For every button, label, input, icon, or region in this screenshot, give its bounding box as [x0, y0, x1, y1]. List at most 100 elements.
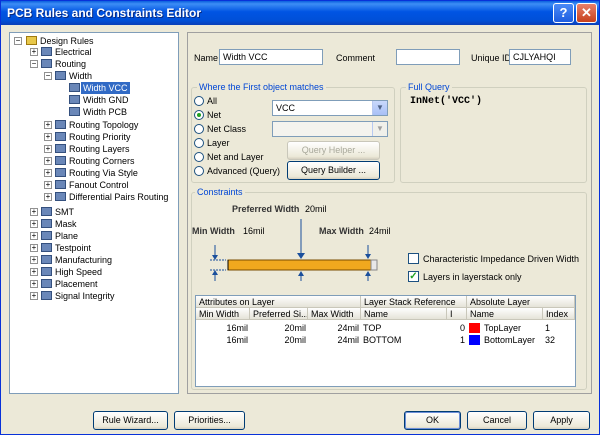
expand-plane-icon[interactable]: + — [30, 232, 38, 240]
apply-button[interactable]: Apply — [533, 411, 590, 430]
full-query-text[interactable]: InNet('VCC') — [410, 96, 482, 107]
cell-layer-name[interactable]: BOTTOM — [361, 334, 447, 346]
close-icon: ✕ — [581, 5, 592, 20]
rule-category-icon — [41, 47, 52, 56]
query-helper-button[interactable]: Query Helper ... — [287, 141, 380, 160]
close-button[interactable]: ✕ — [576, 3, 597, 23]
net-class-select[interactable]: ▼ — [272, 121, 388, 137]
tree-item-label: Plane — [55, 231, 79, 241]
preferred-width-value[interactable]: 20mil — [305, 204, 327, 214]
constraints-title: Constraints — [195, 187, 245, 197]
bottom-layer-color-swatch — [469, 335, 480, 345]
radio-net-and-layer[interactable] — [194, 152, 204, 162]
tree-item-label: Differential Pairs Routing — [69, 192, 169, 202]
grid-column-header[interactable]: Preferred Si... — [250, 308, 308, 320]
cell-min-width[interactable]: 16mil — [196, 322, 250, 334]
rules-tree[interactable]: − Design Rules + Electrical − Routing − … — [9, 32, 179, 394]
match-group-title: Where the First object matches — [197, 82, 326, 92]
comment-label: Comment — [336, 53, 376, 63]
expand-routing-corners-icon[interactable]: + — [44, 157, 52, 165]
folder-icon — [26, 36, 37, 45]
title-bar[interactable]: PCB Rules and Constraints Editor ? ✕ — [1, 1, 599, 25]
tree-item-label: Width VCC — [81, 82, 130, 94]
collapse-root-icon[interactable]: − — [14, 37, 22, 45]
expand-differential-pairs-icon[interactable]: + — [44, 193, 52, 201]
expand-routing-priority-icon[interactable]: + — [44, 133, 52, 141]
chevron-down-icon[interactable]: ▼ — [372, 122, 387, 136]
grid-column-header[interactable]: Min Width — [196, 308, 250, 320]
rule-icon — [55, 132, 66, 141]
expand-fanout-control-icon[interactable]: + — [44, 181, 52, 189]
help-button[interactable]: ? — [553, 3, 574, 23]
grid-column-header[interactable]: Index — [543, 308, 575, 320]
tree-item-label: Placement — [55, 279, 98, 289]
net-select[interactable]: VCC ▼ — [272, 100, 388, 116]
rule-wizard-button[interactable]: Rule Wizard... — [93, 411, 168, 430]
comment-input[interactable] — [396, 49, 460, 65]
rule-icon — [69, 95, 80, 104]
tree-item-label: Routing Corners — [69, 156, 135, 166]
query-builder-button[interactable]: Query Builder ... — [287, 161, 380, 180]
cell-layer-index[interactable]: 0 — [447, 322, 467, 334]
radio-layer[interactable] — [194, 138, 204, 148]
tree-item-label: Routing Layers — [69, 144, 130, 154]
cancel-button[interactable]: Cancel — [467, 411, 527, 430]
radio-net[interactable] — [194, 110, 204, 120]
expand-manufacturing-icon[interactable]: + — [30, 256, 38, 264]
question-icon: ? — [559, 5, 568, 20]
priorities-button[interactable]: Priorities... — [174, 411, 245, 430]
cell-index[interactable]: 1 — [543, 322, 575, 334]
cell-layer-index[interactable]: 1 — [447, 334, 467, 346]
grid-column-header[interactable]: Max Width — [308, 308, 361, 320]
rule-icon — [69, 107, 80, 116]
cell-preferred-width[interactable]: 20mil — [250, 334, 308, 346]
expand-placement-icon[interactable]: + — [30, 280, 38, 288]
cell-max-width[interactable]: 24mil — [308, 334, 361, 346]
expand-smt-icon[interactable]: + — [30, 208, 38, 216]
cell-min-width[interactable]: 16mil — [196, 334, 250, 346]
cell-preferred-width[interactable]: 20mil — [250, 322, 308, 334]
radio-all[interactable] — [194, 96, 204, 106]
impedance-driven-checkbox[interactable] — [408, 253, 419, 264]
radio-advanced-query-label: Advanced (Query) — [207, 166, 281, 176]
grid-column-header[interactable]: I — [447, 308, 467, 320]
radio-all-label: All — [207, 96, 218, 106]
name-input[interactable]: Width VCC — [219, 49, 323, 65]
radio-net-class[interactable] — [194, 124, 204, 134]
collapse-routing-icon[interactable]: − — [30, 60, 38, 68]
radio-net-label: Net — [207, 110, 222, 120]
cell-absolute-layer[interactable]: TopLayer — [482, 322, 543, 334]
cell-layer-name[interactable]: TOP — [361, 322, 447, 334]
radio-layer-label: Layer — [207, 138, 230, 148]
radio-advanced-query[interactable] — [194, 166, 204, 176]
unique-id-input[interactable]: CJLYAHQI — [509, 49, 571, 65]
expand-routing-topology-icon[interactable]: + — [44, 121, 52, 129]
expand-high-speed-icon[interactable]: + — [30, 268, 38, 276]
ok-button[interactable]: OK — [404, 411, 461, 430]
grid-column-header[interactable]: Name — [361, 308, 447, 320]
preferred-width-label: Preferred Width — [232, 204, 300, 214]
collapse-width-icon[interactable]: − — [44, 72, 52, 80]
expand-routing-via-style-icon[interactable]: + — [44, 169, 52, 177]
rules-editor-window: PCB Rules and Constraints Editor ? ✕ − D… — [0, 0, 600, 435]
tree-item-label: Electrical — [55, 47, 92, 57]
grid-column-header[interactable]: Name — [467, 308, 543, 320]
expand-routing-layers-icon[interactable]: + — [44, 145, 52, 153]
cell-max-width[interactable]: 24mil — [308, 322, 361, 334]
layer-width-grid[interactable]: Attributes on Layer Layer Stack Referenc… — [195, 295, 576, 387]
rule-properties-panel: Name Width VCC Comment Unique ID CJLYAHQ… — [187, 32, 592, 394]
smt-icon — [41, 207, 52, 216]
impedance-driven-label: Characteristic Impedance Driven Width — [423, 254, 580, 264]
cell-absolute-layer[interactable]: BottomLayer — [482, 334, 543, 346]
cell-index[interactable]: 32 — [543, 334, 575, 346]
layers-in-layerstack-checkbox[interactable]: ✓ — [408, 271, 419, 282]
checkmark-icon: ✓ — [409, 271, 418, 282]
track-width-diagram — [210, 219, 378, 281]
expand-electrical-icon[interactable]: + — [30, 48, 38, 56]
expand-signal-integrity-icon[interactable]: + — [30, 292, 38, 300]
expand-testpoint-icon[interactable]: + — [30, 244, 38, 252]
plane-icon — [41, 231, 52, 240]
expand-mask-icon[interactable]: + — [30, 220, 38, 228]
tree-item-label: Width — [69, 71, 93, 81]
chevron-down-icon[interactable]: ▼ — [372, 101, 387, 115]
